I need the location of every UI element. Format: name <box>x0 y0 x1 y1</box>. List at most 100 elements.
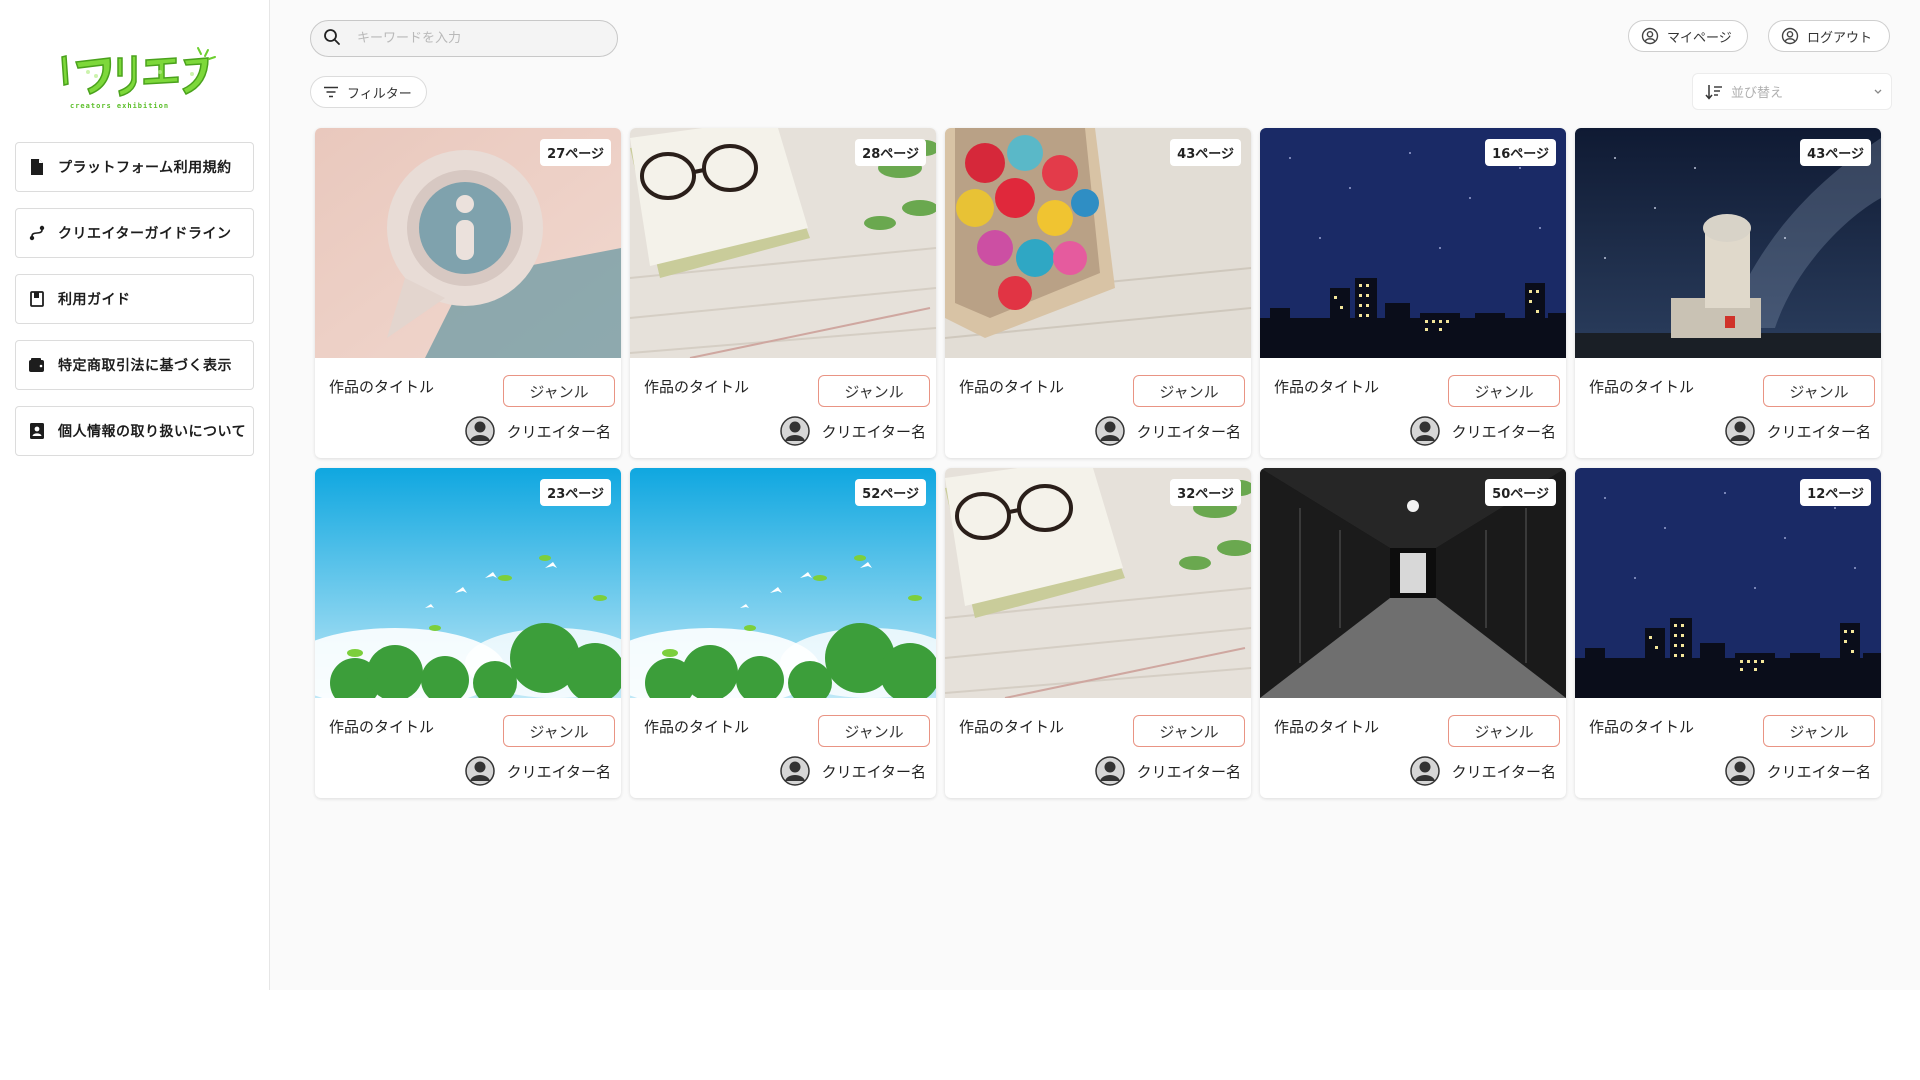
avatar-icon <box>1094 416 1125 446</box>
creator-name: クリエイター名 <box>1766 422 1871 441</box>
work-card[interactable]: 28ページ 作品のタイトル ジャンル クリエイター名 <box>630 128 936 458</box>
creator-link[interactable]: クリエイター名 <box>779 416 926 446</box>
work-title[interactable]: 作品のタイトル <box>959 716 1064 737</box>
sidebar-item-commercial-law[interactable]: 特定商取引法に基づく表示 <box>15 340 254 390</box>
route-icon <box>28 224 46 242</box>
work-thumbnail[interactable]: 43ページ <box>945 128 1251 358</box>
search-bar[interactable] <box>310 20 618 57</box>
mypage-button[interactable]: マイページ <box>1628 20 1748 52</box>
sidebar-item-privacy[interactable]: 個人情報の取り扱いについて <box>15 406 254 456</box>
page-count-badge: 27ページ <box>540 139 611 166</box>
creator-link[interactable]: クリエイター名 <box>1724 416 1871 446</box>
creator-name: クリエイター名 <box>506 762 611 781</box>
work-title[interactable]: 作品のタイトル <box>644 376 749 397</box>
mypage-label: マイページ <box>1667 30 1732 46</box>
work-title[interactable]: 作品のタイトル <box>959 376 1064 397</box>
avatar-icon <box>464 756 495 786</box>
work-card[interactable]: 16ページ 作品のタイトル ジャンル クリエイター名 <box>1260 128 1566 458</box>
creator-name: クリエイター名 <box>821 422 926 441</box>
creator-link[interactable]: クリエイター名 <box>464 416 611 446</box>
book-icon <box>28 290 46 308</box>
work-thumbnail[interactable]: 23ページ <box>315 468 621 698</box>
creator-link[interactable]: クリエイター名 <box>1094 756 1241 786</box>
work-title[interactable]: 作品のタイトル <box>1274 716 1379 737</box>
work-card[interactable]: 50ページ 作品のタイトル ジャンル クリエイター名 <box>1260 468 1566 798</box>
page-count-badge: 52ページ <box>855 479 926 506</box>
work-card[interactable]: 43ページ 作品のタイトル ジャンル クリエイター名 <box>1575 128 1881 458</box>
work-thumbnail[interactable]: 50ページ <box>1260 468 1566 698</box>
avatar-icon <box>779 756 810 786</box>
avatar-icon <box>1409 416 1440 446</box>
page-count-badge: 23ページ <box>540 479 611 506</box>
work-title[interactable]: 作品のタイトル <box>644 716 749 737</box>
sidebar-item-terms[interactable]: プラットフォーム利用規約 <box>15 142 254 192</box>
work-title[interactable]: 作品のタイトル <box>1589 376 1694 397</box>
page-count-badge: 16ページ <box>1485 139 1556 166</box>
creator-link[interactable]: クリエイター名 <box>1409 416 1556 446</box>
genre-button[interactable]: ジャンル <box>503 715 615 747</box>
work-title[interactable]: 作品のタイトル <box>329 376 434 397</box>
page-count-badge: 50ページ <box>1485 479 1556 506</box>
work-card[interactable]: 23ページ 作品のタイトル ジャンル クリエイター名 <box>315 468 621 798</box>
contact-card-icon <box>28 422 46 440</box>
work-title[interactable]: 作品のタイトル <box>1589 716 1694 737</box>
filter-icon <box>323 86 339 98</box>
page-count-badge: 28ページ <box>855 139 926 166</box>
wallet-icon <box>28 356 46 374</box>
work-card[interactable]: 12ページ 作品のタイトル ジャンル クリエイター名 <box>1575 468 1881 798</box>
page-count-badge: 43ページ <box>1170 139 1241 166</box>
genre-button[interactable]: ジャンル <box>1133 375 1245 407</box>
creator-name: クリエイター名 <box>821 762 926 781</box>
main-content: フィルター マイページ ログアウト 並び替え <box>270 0 1920 990</box>
app-window: creators exhibition プラットフォーム利用規約 クリエイターガ… <box>0 0 1920 990</box>
genre-button[interactable]: ジャンル <box>1133 715 1245 747</box>
creator-name: クリエイター名 <box>1451 762 1556 781</box>
genre-button[interactable]: ジャンル <box>1448 375 1560 407</box>
genre-button[interactable]: ジャンル <box>1448 715 1560 747</box>
work-thumbnail[interactable]: 32ページ <box>945 468 1251 698</box>
work-title[interactable]: 作品のタイトル <box>1274 376 1379 397</box>
works-grid: 27ページ 作品のタイトル ジャンル クリエイター名 28ページ 作品のタイトル… <box>315 128 1890 798</box>
genre-button[interactable]: ジャンル <box>1763 375 1875 407</box>
work-thumbnail[interactable]: 16ページ <box>1260 128 1566 358</box>
creator-link[interactable]: クリエイター名 <box>1094 416 1241 446</box>
creator-link[interactable]: クリエイター名 <box>779 756 926 786</box>
sort-placeholder: 並び替え <box>1731 86 1784 101</box>
work-thumbnail[interactable]: 52ページ <box>630 468 936 698</box>
genre-button[interactable]: ジャンル <box>818 375 930 407</box>
filter-button[interactable]: フィルター <box>310 76 427 108</box>
work-title[interactable]: 作品のタイトル <box>329 716 434 737</box>
sidebar-item-usage-guide[interactable]: 利用ガイド <box>15 274 254 324</box>
work-card[interactable]: 32ページ 作品のタイトル ジャンル クリエイター名 <box>945 468 1251 798</box>
logout-button[interactable]: ログアウト <box>1768 20 1890 52</box>
work-thumbnail[interactable]: 12ページ <box>1575 468 1881 698</box>
user-circle-icon <box>1781 27 1799 45</box>
genre-button[interactable]: ジャンル <box>503 375 615 407</box>
genre-button[interactable]: ジャンル <box>818 715 930 747</box>
sidebar-item-creator-guidelines[interactable]: クリエイターガイドライン <box>15 208 254 258</box>
genre-button[interactable]: ジャンル <box>1763 715 1875 747</box>
work-thumbnail[interactable]: 43ページ <box>1575 128 1881 358</box>
chevron-down-icon <box>1873 85 1883 97</box>
page-count-badge: 12ページ <box>1800 479 1871 506</box>
work-card[interactable]: 52ページ 作品のタイトル ジャンル クリエイター名 <box>630 468 936 798</box>
brand-logo[interactable]: creators exhibition <box>48 44 218 118</box>
creator-name: クリエイター名 <box>1136 422 1241 441</box>
logo-subtitle: creators exhibition <box>70 102 170 110</box>
sidebar-item-label: クリエイターガイドライン <box>58 226 232 242</box>
logout-label: ログアウト <box>1807 30 1873 46</box>
work-card[interactable]: 27ページ 作品のタイトル ジャンル クリエイター名 <box>315 128 621 458</box>
creator-link[interactable]: クリエイター名 <box>464 756 611 786</box>
creator-name: クリエイター名 <box>1766 762 1871 781</box>
avatar-icon <box>1094 756 1125 786</box>
sort-select[interactable]: 並び替え <box>1692 73 1892 110</box>
sidebar-item-label: プラットフォーム利用規約 <box>58 160 232 176</box>
creator-link[interactable]: クリエイター名 <box>1724 756 1871 786</box>
work-card[interactable]: 43ページ 作品のタイトル ジャンル クリエイター名 <box>945 128 1251 458</box>
search-input[interactable] <box>357 31 587 46</box>
work-thumbnail[interactable]: 27ページ <box>315 128 621 358</box>
work-thumbnail[interactable]: 28ページ <box>630 128 936 358</box>
sidebar: creators exhibition プラットフォーム利用規約 クリエイターガ… <box>0 0 270 990</box>
document-icon <box>28 158 46 176</box>
creator-link[interactable]: クリエイター名 <box>1409 756 1556 786</box>
